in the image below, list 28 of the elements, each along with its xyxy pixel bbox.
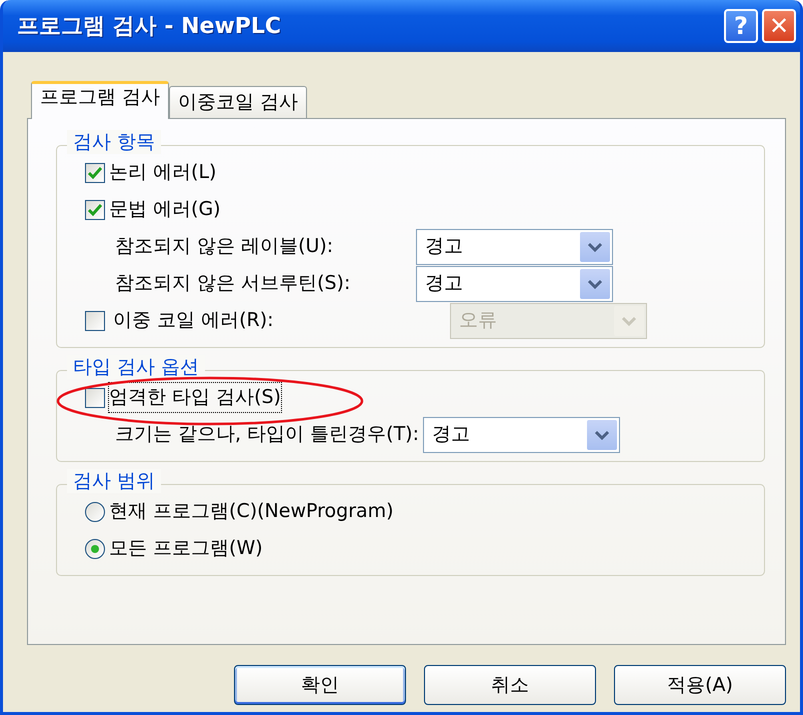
chevron-down-icon xyxy=(595,430,609,440)
checkbox[interactable] xyxy=(85,388,105,408)
tab[interactable]: 프로그램 검사 xyxy=(31,81,170,119)
tab[interactable]: 이중코일 검사 xyxy=(169,86,308,118)
field-label: 참조되지 않은 레이블(U): xyxy=(114,234,334,260)
checkbox-label[interactable]: 논리 에러(L) xyxy=(109,158,216,187)
chevron-down-icon xyxy=(588,242,602,252)
group-title: 검사 범위 xyxy=(67,469,162,493)
dropdown[interactable]: 경고 xyxy=(416,228,613,264)
radio-label[interactable]: 모든 프로그램(W) xyxy=(109,534,263,563)
group-title: 검사 항목 xyxy=(67,130,162,154)
chevron-down-icon xyxy=(588,278,602,288)
checkbox-label[interactable]: 문법 에러(G) xyxy=(109,195,221,224)
help-button[interactable]: ? xyxy=(724,9,758,43)
dialog-button[interactable]: 취소 xyxy=(424,665,596,705)
window-title: 프로그램 검사 - NewPLC xyxy=(17,12,282,40)
radio-button[interactable] xyxy=(85,538,105,558)
checkbox[interactable] xyxy=(85,200,105,220)
dropdown[interactable]: 경고 xyxy=(423,416,620,452)
chevron-down-icon xyxy=(622,316,636,326)
dialog-button[interactable]: 적용(A) xyxy=(614,665,786,705)
radio-label[interactable]: 현재 프로그램(C)(NewProgram) xyxy=(109,497,394,526)
dialog-button[interactable]: 확인 xyxy=(234,665,406,705)
dropdown[interactable]: 경고 xyxy=(416,266,613,302)
checkbox[interactable] xyxy=(85,162,105,182)
radio-button[interactable] xyxy=(85,502,105,522)
field-label: 크기는 같으나, 타입이 틀린경우(T): xyxy=(114,422,419,448)
field-label: 참조되지 않은 서브루틴(S): xyxy=(114,271,352,296)
